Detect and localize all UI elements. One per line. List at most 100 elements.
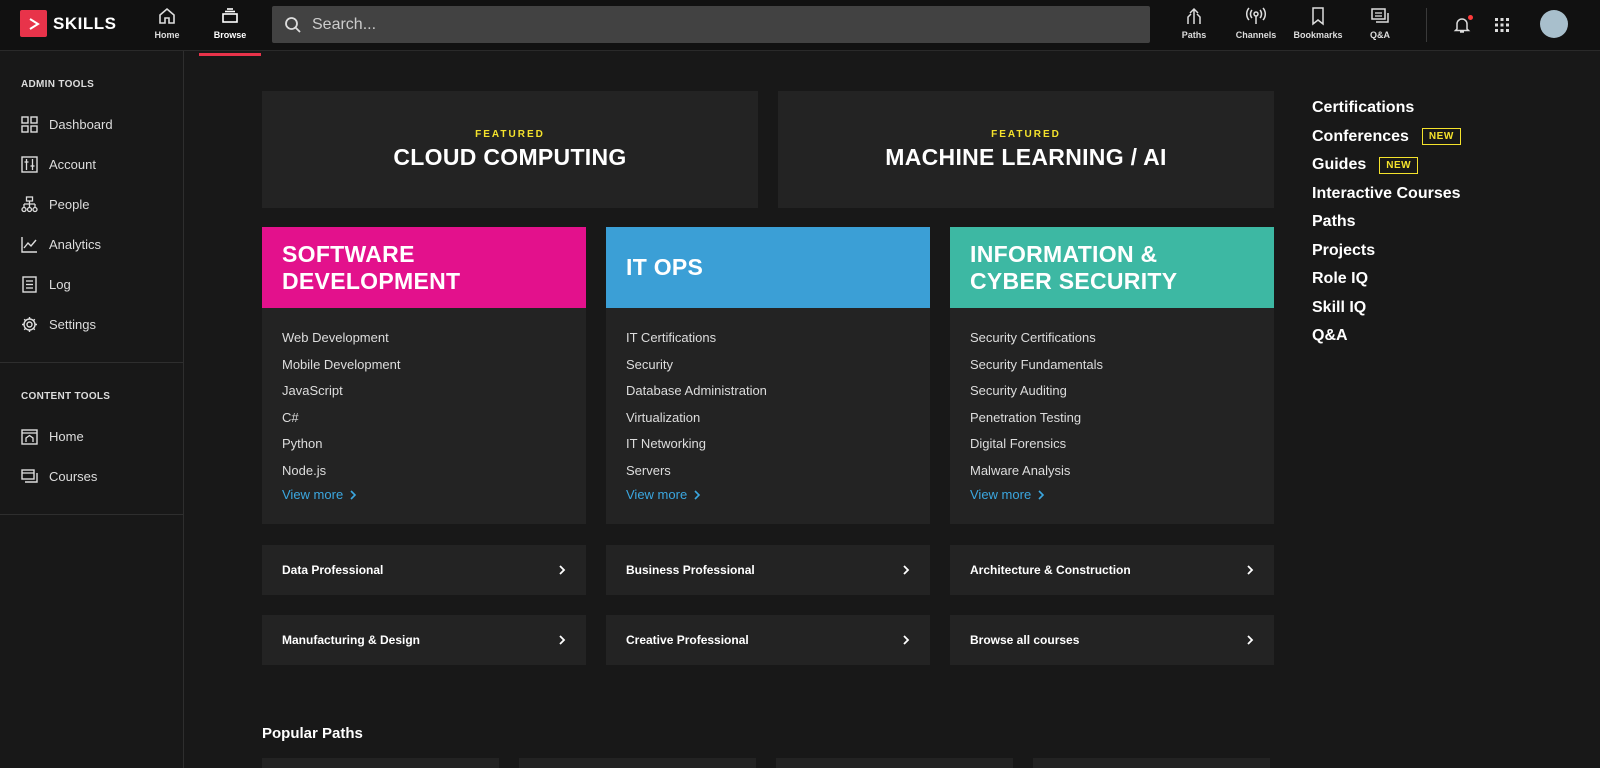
category-link[interactable]: IT Certifications (626, 325, 910, 352)
quick-link-projects[interactable]: Projects (1312, 237, 1461, 266)
popular-path-card[interactable] (1033, 758, 1270, 768)
quick-link-qa[interactable]: Q&A (1312, 322, 1461, 351)
category-cyber-security: INFORMATION & CYBER SECURITY Security Cer… (950, 227, 1274, 524)
nav-channels-label: Channels (1235, 30, 1277, 40)
chevron-right-icon (1038, 489, 1045, 500)
search-bar[interactable] (272, 6, 1150, 43)
quick-link-guides[interactable]: Guides NEW (1312, 151, 1461, 180)
nav-paths-button[interactable]: Paths (1163, 6, 1225, 50)
quick-link-label: Interactive Courses (1312, 184, 1461, 202)
sidebar-item-dashboard[interactable]: Dashboard (0, 104, 183, 144)
content-tools-section: CONTENT TOOLS Home Courses (0, 363, 183, 515)
sidebar-item-analytics[interactable]: Analytics (0, 224, 183, 264)
row-link-manufacturing-design[interactable]: Manufacturing & Design (262, 615, 586, 665)
view-more-link[interactable]: View more (970, 487, 1045, 502)
quick-link-paths[interactable]: Paths (1312, 208, 1461, 237)
category-link[interactable]: Python (282, 431, 566, 458)
home-icon (21, 428, 38, 445)
chevron-right-icon (903, 635, 910, 645)
view-more-label: View more (282, 487, 344, 502)
sidebar-item-label: Account (49, 156, 96, 172)
view-more-link[interactable]: View more (626, 487, 701, 502)
row-link-label: Business Professional (626, 563, 755, 577)
row-link-label: Creative Professional (626, 633, 749, 647)
sidebar-item-home[interactable]: Home (0, 416, 183, 456)
category-link[interactable]: Servers (626, 458, 910, 485)
popular-path-card[interactable] (776, 758, 1013, 768)
popular-path-card[interactable] (519, 758, 756, 768)
category-title-line2: DEVELOPMENT (282, 267, 461, 294)
sidebar-item-label: Home (49, 428, 84, 444)
row-link-business-professional[interactable]: Business Professional (606, 545, 930, 595)
view-more-link[interactable]: View more (282, 487, 357, 502)
category-link[interactable]: Database Administration (626, 378, 910, 405)
row-link-browse-all-courses[interactable]: Browse all courses (950, 615, 1274, 665)
row-link-architecture-construction[interactable]: Architecture & Construction (950, 545, 1274, 595)
category-link[interactable]: Security (626, 352, 910, 379)
view-more-label: View more (970, 487, 1032, 502)
notifications-button[interactable] (1450, 13, 1474, 37)
row-link-creative-professional[interactable]: Creative Professional (606, 615, 930, 665)
sidebar-item-settings[interactable]: Settings (0, 304, 183, 344)
row-link-label: Data Professional (282, 563, 384, 577)
quick-link-conferences[interactable]: Conferences NEW (1312, 123, 1461, 152)
featured-machine-learning[interactable]: FEATURED MACHINE LEARNING / AI (778, 91, 1274, 208)
row-link-label: Browse all courses (970, 633, 1080, 647)
quick-link-skill-iq[interactable]: Skill IQ (1312, 294, 1461, 323)
category-link[interactable]: Mobile Development (282, 352, 566, 379)
category-link[interactable]: Digital Forensics (970, 431, 1254, 458)
nav-qa-button[interactable]: Q&A (1349, 6, 1411, 50)
quick-link-certifications[interactable]: Certifications (1312, 94, 1461, 123)
gear-icon (22, 316, 37, 332)
quick-link-role-iq[interactable]: Role IQ (1312, 265, 1461, 294)
category-link[interactable]: Security Certifications (970, 325, 1254, 352)
quick-link-label: Conferences (1312, 127, 1409, 145)
category-link[interactable]: Malware Analysis (970, 458, 1254, 485)
category-header[interactable]: IT OPS (606, 227, 930, 308)
sidebar-item-label: Settings (49, 316, 96, 332)
chevron-right-icon (903, 565, 910, 575)
category-link[interactable]: JavaScript (282, 378, 566, 405)
nav-browse-button[interactable]: Browse (199, 6, 261, 56)
category-link[interactable]: Security Auditing (970, 378, 1254, 405)
quick-link-label: Certifications (1312, 99, 1415, 117)
category-title-line1: INFORMATION & (970, 240, 1158, 267)
category-header[interactable]: SOFTWARE DEVELOPMENT (262, 227, 586, 308)
category-link[interactable]: Web Development (282, 325, 566, 352)
right-quick-links: Certifications Conferences NEW Guides NEW … (1312, 94, 1461, 351)
courses-icon (21, 468, 38, 483)
featured-cloud-computing[interactable]: FEATURED CLOUD COMPUTING (262, 91, 758, 208)
sidebar-item-courses[interactable]: Courses (0, 456, 183, 496)
quick-link-label: Paths (1312, 213, 1356, 231)
featured-kicker: FEATURED (475, 128, 545, 140)
apps-grid-button[interactable] (1490, 13, 1514, 37)
new-badge: NEW (1421, 128, 1461, 146)
category-link[interactable]: Virtualization (626, 405, 910, 432)
brand-name: SKILLS (53, 13, 117, 33)
nav-home-button[interactable]: Home (136, 6, 198, 50)
brand-logo[interactable]: SKILLS (20, 10, 116, 37)
search-icon (285, 16, 301, 33)
sidebar-item-account[interactable]: Account (0, 144, 183, 184)
category-header[interactable]: INFORMATION & CYBER SECURITY (950, 227, 1274, 308)
quick-link-label: Guides (1312, 156, 1367, 174)
row-link-data-professional[interactable]: Data Professional (262, 545, 586, 595)
sidebar-item-people[interactable]: People (0, 184, 183, 224)
user-avatar[interactable] (1540, 10, 1568, 38)
category-link[interactable]: C# (282, 405, 566, 432)
popular-path-card[interactable] (262, 758, 499, 768)
top-bar: SKILLS Home Browse Paths Channels Bookma… (0, 0, 1600, 56)
chevron-right-icon (559, 635, 566, 645)
content-tools-title: CONTENT TOOLS (21, 391, 111, 402)
sidebar-item-label: Courses (49, 468, 98, 484)
category-link[interactable]: Penetration Testing (970, 405, 1254, 432)
search-input[interactable] (312, 15, 1112, 34)
sidebar-item-log[interactable]: Log (0, 264, 183, 304)
quick-link-interactive-courses[interactable]: Interactive Courses (1312, 180, 1461, 209)
nav-channels-button[interactable]: Channels (1225, 6, 1287, 50)
view-more-label: View more (626, 487, 688, 502)
category-link[interactable]: Security Fundamentals (970, 352, 1254, 379)
category-link[interactable]: IT Networking (626, 431, 910, 458)
category-link[interactable]: Node.js (282, 458, 566, 485)
nav-bookmarks-button[interactable]: Bookmarks (1287, 6, 1349, 50)
